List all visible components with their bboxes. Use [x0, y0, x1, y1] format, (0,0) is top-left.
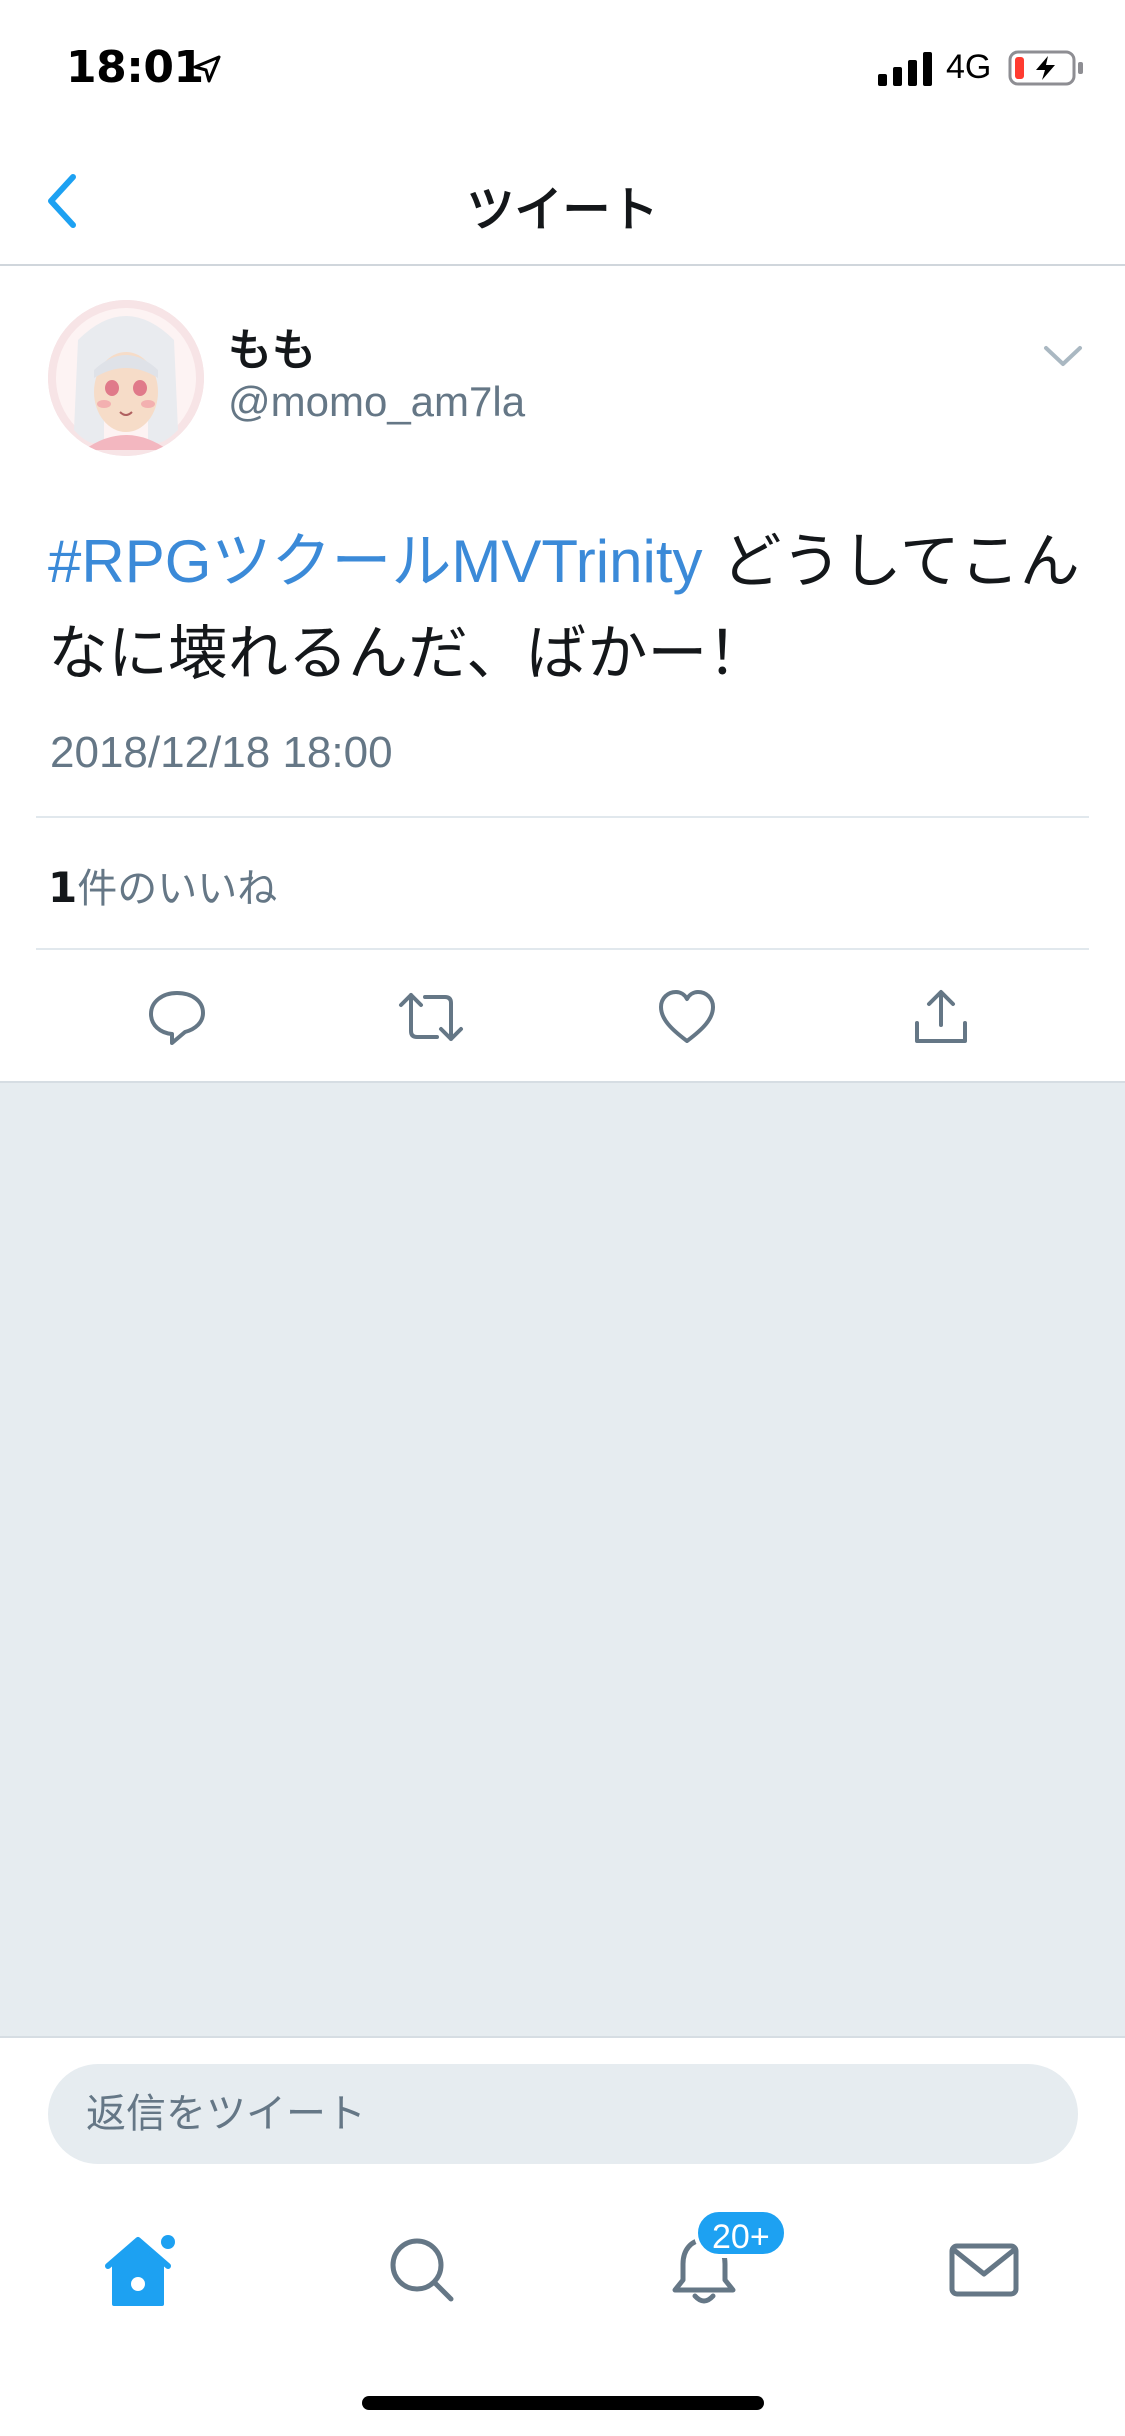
home-indicator[interactable] [362, 2396, 764, 2410]
hashtag-link[interactable]: #RPGツクールMVTrinity [48, 528, 703, 595]
status-bar: 18:01 4G [0, 0, 1125, 140]
like-button[interactable] [652, 982, 722, 1052]
tweet-detail: もも @momo_am7la #RPGツクールMVTrinity どうしてこんな… [0, 266, 1125, 1081]
avatar[interactable] [48, 300, 204, 456]
reply-button[interactable] [142, 982, 212, 1052]
share-icon [915, 990, 967, 1043]
reply-input[interactable]: 返信をツイート [48, 2064, 1078, 2164]
search-icon [390, 2238, 454, 2302]
tab-messages[interactable] [934, 2220, 1034, 2320]
tweet-text: #RPGツクールMVTrinity どうしてこんなに壊れるんだ、ばかー！ [48, 516, 1088, 700]
reply-bar: 返信をツイート [0, 2036, 1125, 2166]
home-icon [105, 2235, 175, 2306]
tweet-timestamp: 2018/12/18 18:00 [50, 728, 393, 777]
likes-count-link[interactable]: 1件のいいね [48, 856, 277, 914]
empty-replies-area [0, 1081, 1125, 2036]
likes-label: 件のいいね [77, 866, 278, 912]
chevron-down-icon[interactable] [1040, 340, 1086, 370]
divider [36, 816, 1089, 818]
tab-search[interactable] [372, 2220, 472, 2320]
location-arrow-icon [193, 55, 221, 83]
avatar-image [48, 300, 204, 456]
retweet-icon [399, 993, 463, 1041]
messages-icon [949, 2243, 1019, 2297]
display-name[interactable]: もも [228, 314, 316, 378]
status-time: 18:01 [66, 42, 204, 93]
network-type: 4G [946, 48, 992, 86]
notifications-badge: 20+ [694, 2208, 788, 2258]
nav-bar: ツイート [0, 140, 1125, 266]
signal-icon [878, 52, 932, 86]
battery-charging-icon [1008, 50, 1083, 86]
tab-home[interactable] [92, 2220, 192, 2320]
likes-count: 1 [48, 863, 78, 912]
page-title: ツイート [466, 182, 659, 238]
user-handle[interactable]: @momo_am7la [228, 378, 525, 426]
like-icon [659, 990, 715, 1043]
share-button[interactable] [906, 982, 976, 1052]
divider [36, 948, 1089, 950]
reply-icon [149, 991, 205, 1045]
retweet-button[interactable] [396, 982, 466, 1052]
